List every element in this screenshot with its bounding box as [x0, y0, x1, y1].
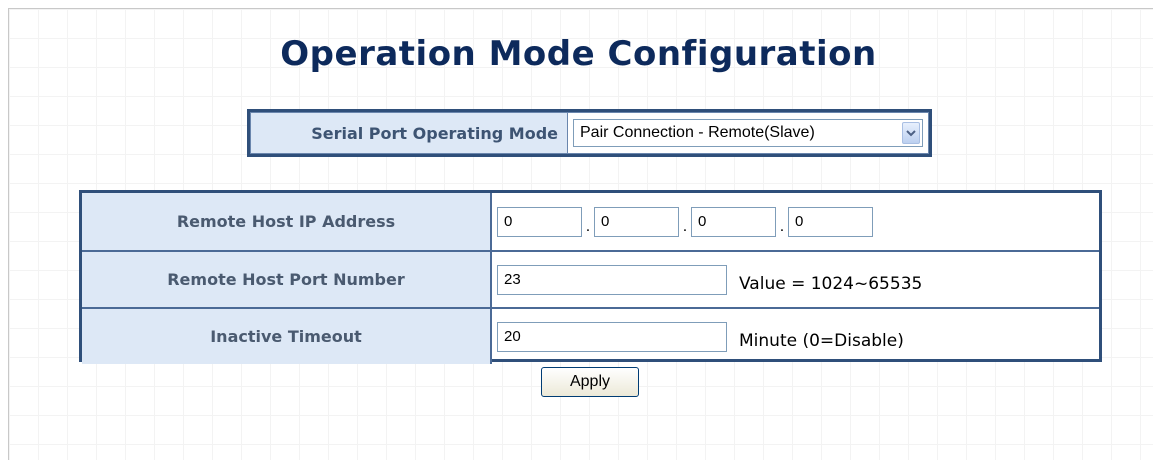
ip-separator: . — [682, 217, 688, 235]
mode-table: Serial Port Operating Mode Pair Connecti… — [247, 109, 932, 157]
inactive-timeout-field[interactable]: 20 — [497, 321, 727, 352]
remote-port-label: Remote Host Port Number — [82, 252, 492, 307]
remote-ip-label: Remote Host IP Address — [82, 193, 492, 250]
ip-separator: . — [779, 217, 785, 235]
mode-select-value: Pair Connection - Remote(Slave) — [580, 124, 815, 141]
inactive-timeout-hint: Minute (0=Disable) — [739, 330, 904, 351]
inactive-timeout-cell: 20 Minute (0=Disable) — [492, 309, 1099, 364]
ip-octet-1-field[interactable]: 0 — [497, 206, 582, 237]
inactive-timeout-label: Inactive Timeout — [82, 309, 492, 364]
remote-port-cell: 23 Value = 1024~65535 — [492, 252, 1099, 307]
ip-octet-2-field[interactable]: 0 — [594, 206, 679, 237]
mode-label: Serial Port Operating Mode — [250, 112, 568, 154]
page-title: Operation Mode Configuration — [280, 34, 877, 74]
chevron-down-icon[interactable] — [902, 122, 920, 144]
remote-ip-cell: 0 . 0 . 0 . 0 — [492, 193, 1099, 250]
remote-port-field[interactable]: 23 — [497, 264, 727, 295]
mode-cell: Pair Connection - Remote(Slave) — [568, 112, 929, 154]
table-row-remote-ip: Remote Host IP Address 0 . 0 . 0 . 0 — [82, 193, 1099, 250]
remote-port-hint: Value = 1024~65535 — [739, 273, 923, 294]
ip-octet-4-field[interactable]: 0 — [788, 206, 873, 237]
mode-select[interactable]: Pair Connection - Remote(Slave) — [573, 119, 923, 147]
table-row-remote-port: Remote Host Port Number 23 Value = 1024~… — [82, 250, 1099, 307]
ip-octet-3-field[interactable]: 0 — [691, 206, 776, 237]
table-row-inactive-timeout: Inactive Timeout 20 Minute (0=Disable) — [82, 307, 1099, 364]
apply-button[interactable]: Apply — [541, 367, 639, 397]
ip-separator: . — [585, 217, 591, 235]
settings-table: Remote Host IP Address 0 . 0 . 0 . 0 Rem… — [79, 190, 1102, 364]
